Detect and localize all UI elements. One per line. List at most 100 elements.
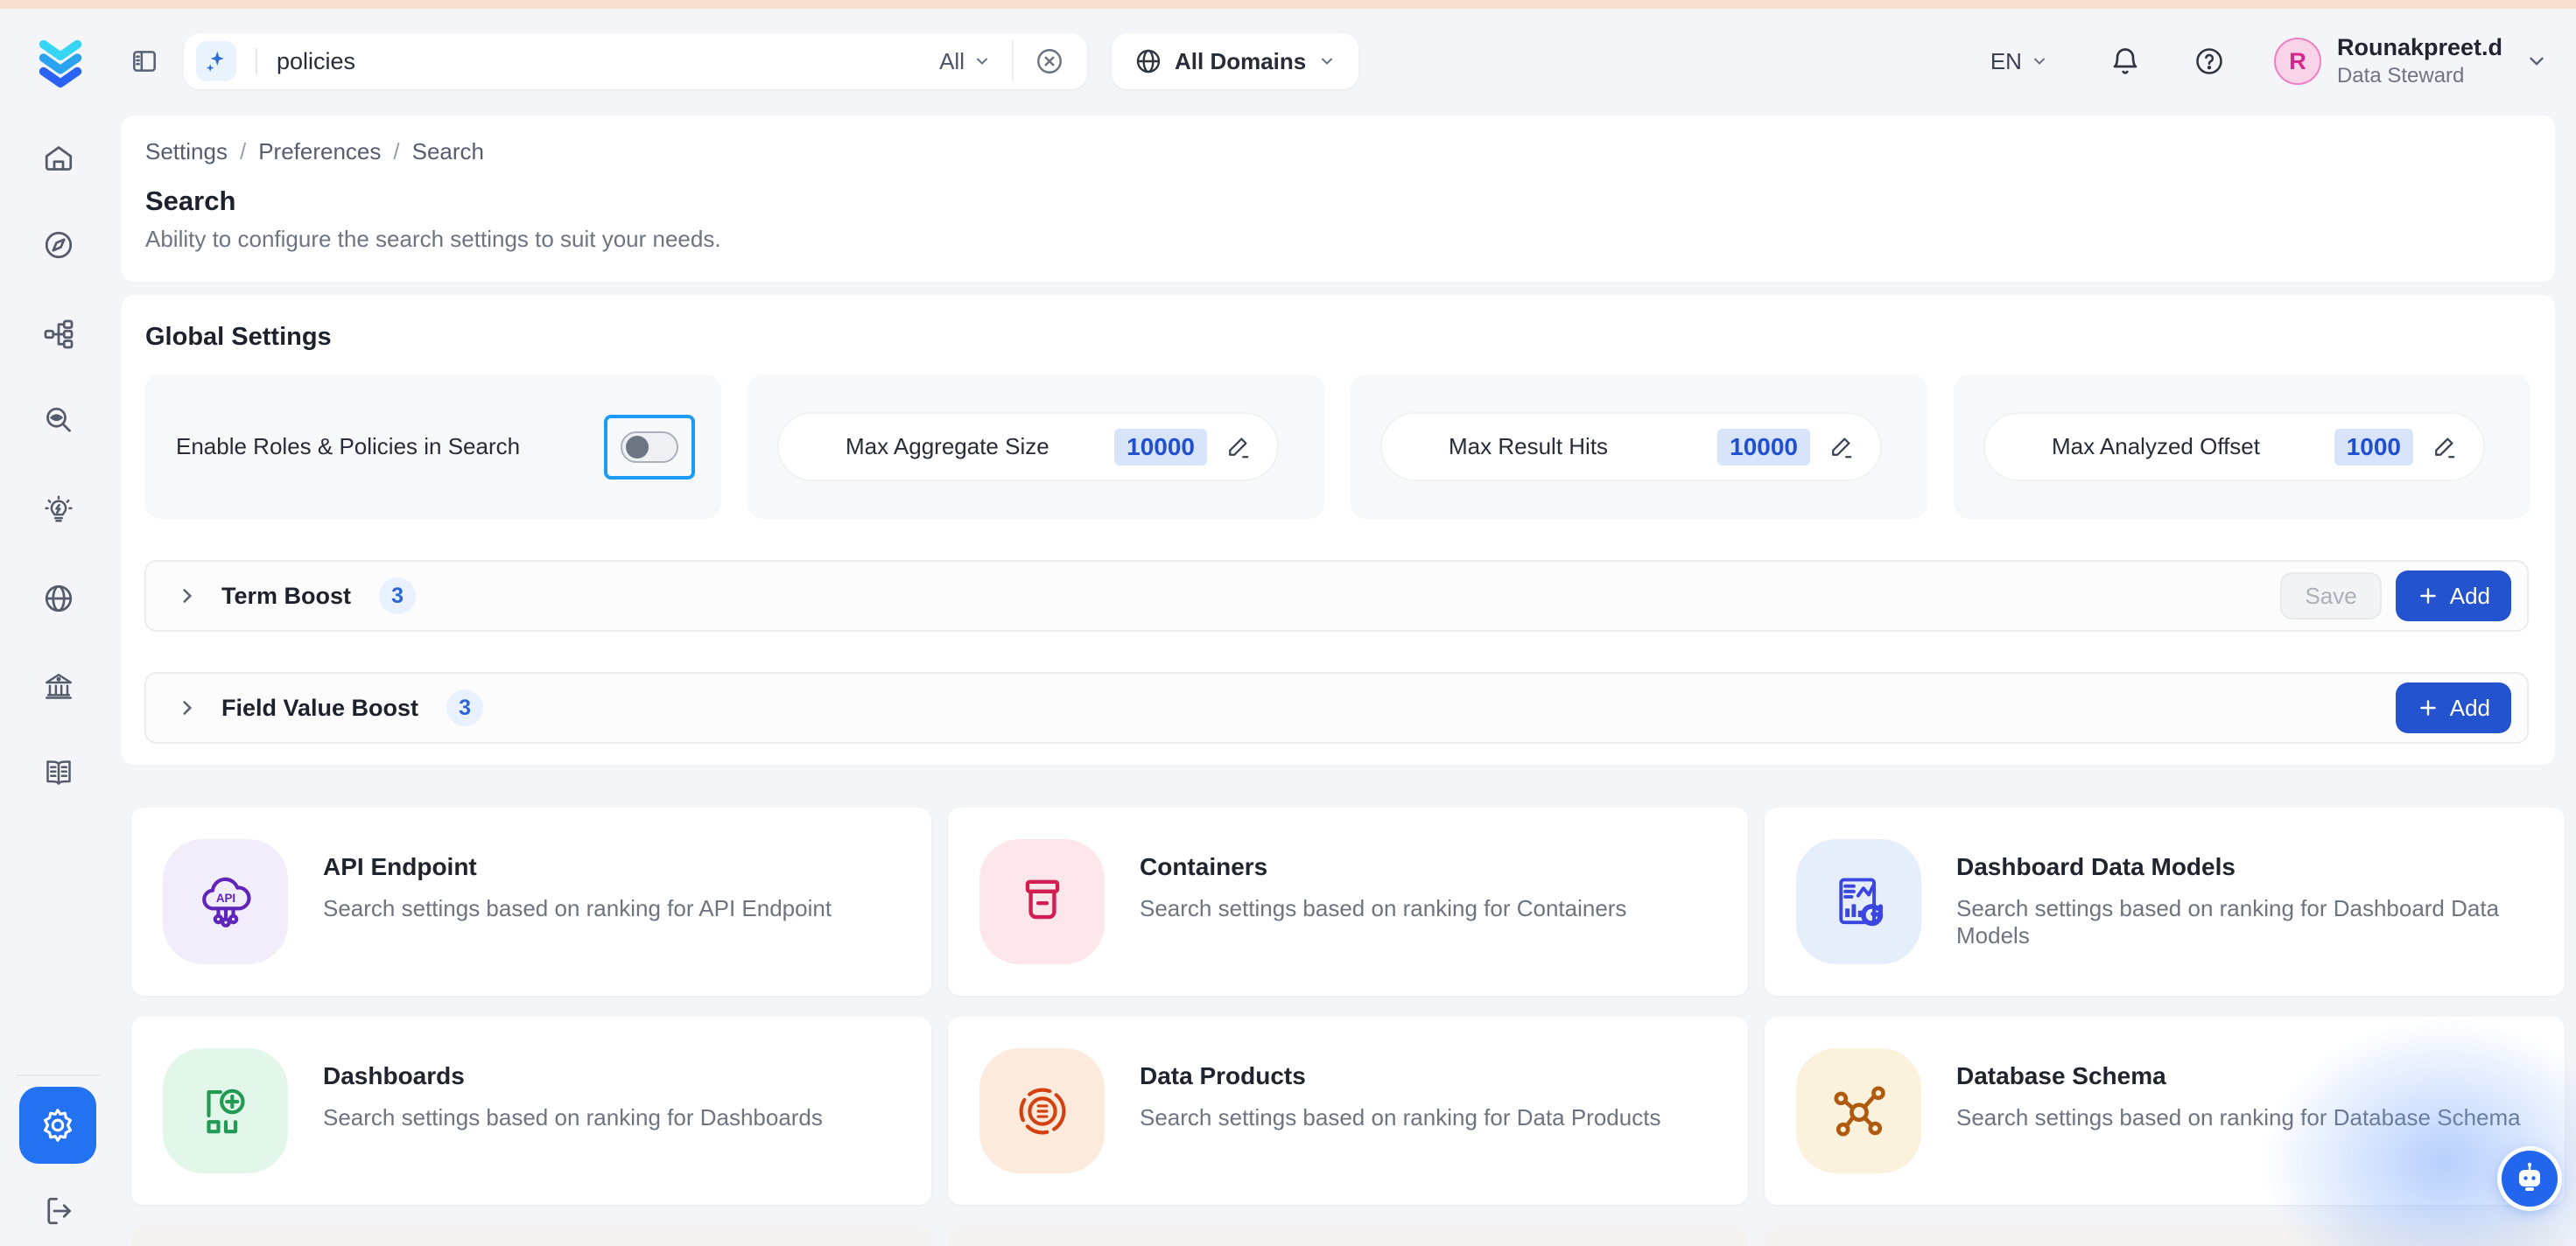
user-role: Data Steward — [2337, 63, 2502, 89]
chevron-down-icon[interactable] — [2525, 50, 2548, 73]
chevron-right-icon[interactable] — [176, 696, 199, 719]
setting-value[interactable]: 10000 — [1717, 429, 1810, 466]
chat-glow — [2261, 1018, 2576, 1246]
chevron-right-icon[interactable] — [176, 584, 199, 607]
governance-icon[interactable] — [41, 669, 76, 704]
breadcrumb-settings[interactable]: Settings — [145, 138, 228, 165]
asset-tile — [979, 1048, 1105, 1173]
asset-card-dashboard-data-models[interactable]: Dashboard Data Models Search settings ba… — [1765, 808, 2565, 996]
avatar[interactable]: R — [2274, 38, 2321, 85]
user-name: Rounakpreet.d — [2337, 33, 2502, 63]
asset-title: Data Products — [1140, 1062, 1660, 1090]
setting-label: Enable Roles & Policies in Search — [176, 433, 520, 460]
dashboard-data-models-icon — [1825, 868, 1893, 936]
avatar-initial: R — [2289, 48, 2306, 75]
setting-card-max-result-hits: Max Result Hits 10000 — [1351, 374, 1927, 519]
setting-value[interactable]: 10000 — [1114, 429, 1207, 466]
dashboards-icon — [192, 1077, 260, 1145]
asset-card-partial[interactable] — [948, 1226, 1748, 1246]
toggle-knob — [626, 436, 649, 458]
breadcrumb: Settings / Preferences / Search — [145, 138, 484, 165]
setting-label: Max Analyzed Offset — [2052, 433, 2334, 460]
circle-x-icon[interactable] — [1035, 46, 1064, 76]
user-block[interactable]: Rounakpreet.d Data Steward — [2337, 33, 2502, 89]
domains-filter[interactable]: All Domains — [1112, 33, 1358, 89]
asset-tile: API — [163, 839, 288, 964]
home-icon[interactable] — [41, 141, 76, 176]
add-label: Add — [2450, 583, 2490, 610]
language-selector[interactable]: EN — [1990, 48, 2048, 75]
add-term-boost-button[interactable]: Add — [2396, 570, 2511, 621]
chat-assistant-button[interactable] — [2502, 1151, 2558, 1207]
global-settings-title: Global Settings — [145, 323, 332, 352]
help-icon[interactable] — [2193, 46, 2225, 77]
roles-policies-toggle[interactable] — [621, 431, 678, 463]
gear-icon — [38, 1105, 78, 1145]
asset-description: Search settings based on ranking for Das… — [1956, 895, 2565, 949]
ai-sparkle-icon[interactable] — [196, 41, 236, 81]
divider — [256, 48, 257, 74]
asset-card-api-endpoint[interactable]: API API Endpoint Search settings based o… — [131, 808, 931, 996]
bell-icon[interactable] — [2109, 46, 2141, 77]
setting-label: Max Result Hits — [1449, 433, 1717, 460]
boost-title: Term Boost — [221, 583, 351, 610]
asset-title: API Endpoint — [323, 853, 832, 881]
domains-label: All Domains — [1175, 48, 1306, 75]
setting-card-roles-policies: Enable Roles & Policies in Search — [144, 374, 721, 519]
docs-icon[interactable] — [41, 755, 76, 790]
edit-icon[interactable] — [1828, 434, 1854, 460]
api-endpoint-icon: API — [192, 868, 260, 936]
asset-title: Dashboards — [323, 1062, 823, 1090]
setting-inner-box: Max Analyzed Offset 1000 — [1983, 412, 2485, 481]
breadcrumb-separator: / — [240, 138, 246, 165]
save-button[interactable]: Save — [2280, 572, 2381, 620]
logout-icon[interactable] — [41, 1194, 76, 1228]
globe-icon[interactable] — [41, 581, 76, 616]
globe-icon — [1134, 47, 1162, 75]
breadcrumb-search[interactable]: Search — [412, 138, 484, 165]
search-scope-dropdown[interactable]: All — [939, 48, 991, 75]
asset-title: Dashboard Data Models — [1956, 853, 2565, 881]
search-input[interactable]: policies — [277, 48, 939, 75]
plus-icon — [2417, 584, 2439, 607]
sidebar-item-settings-active[interactable] — [19, 1087, 96, 1164]
asset-description: Search settings based on ranking for Dat… — [1140, 1104, 1660, 1131]
app-screen: policies All All Domains EN — [0, 0, 2576, 1246]
count-badge: 3 — [379, 578, 416, 614]
trial-banner-strip — [0, 0, 2576, 9]
asset-title: Containers — [1140, 853, 1626, 881]
asset-tile — [1796, 839, 1921, 964]
asset-card-partial[interactable] — [131, 1226, 931, 1246]
svg-text:API: API — [215, 892, 235, 905]
toggle-focus-ring — [604, 415, 695, 480]
add-field-value-boost-button[interactable]: Add — [2396, 682, 2511, 733]
edit-icon[interactable] — [1225, 434, 1251, 460]
edit-icon[interactable] — [2431, 434, 2457, 460]
observability-icon[interactable] — [41, 403, 76, 438]
chevron-down-icon — [2031, 52, 2048, 70]
count-badge: 3 — [446, 690, 483, 726]
asset-card-dashboards[interactable]: Dashboards Search settings based on rank… — [131, 1017, 931, 1205]
compass-icon[interactable] — [41, 228, 76, 262]
setting-card-max-analyzed-offset: Max Analyzed Offset 1000 — [1954, 374, 2530, 519]
sidebar-toggle-icon[interactable] — [130, 46, 159, 76]
setting-card-max-aggregate-size: Max Aggregate Size 10000 — [748, 374, 1324, 519]
lineage-icon[interactable] — [41, 317, 76, 352]
save-label: Save — [2305, 583, 2356, 610]
plus-icon — [2417, 696, 2439, 719]
asset-card-containers[interactable]: Containers Search settings based on rank… — [948, 808, 1748, 996]
insights-icon[interactable] — [41, 494, 76, 528]
language-label: EN — [1990, 48, 2022, 75]
global-search-bar[interactable]: policies All — [184, 33, 1087, 89]
term-boost-row: Term Boost 3 Save Add — [144, 560, 2529, 632]
breadcrumb-preferences[interactable]: Preferences — [258, 138, 381, 165]
database-schema-icon — [1825, 1077, 1893, 1145]
asset-tile — [163, 1048, 288, 1173]
asset-card-data-products[interactable]: Data Products Search settings based on r… — [948, 1017, 1748, 1205]
field-value-boost-row: Field Value Boost 3 Add — [144, 672, 2529, 744]
robot-icon — [2512, 1161, 2547, 1196]
asset-tile — [1796, 1048, 1921, 1173]
containers-icon — [1008, 868, 1077, 936]
setting-value[interactable]: 1000 — [2334, 429, 2413, 466]
scope-label: All — [939, 48, 965, 75]
